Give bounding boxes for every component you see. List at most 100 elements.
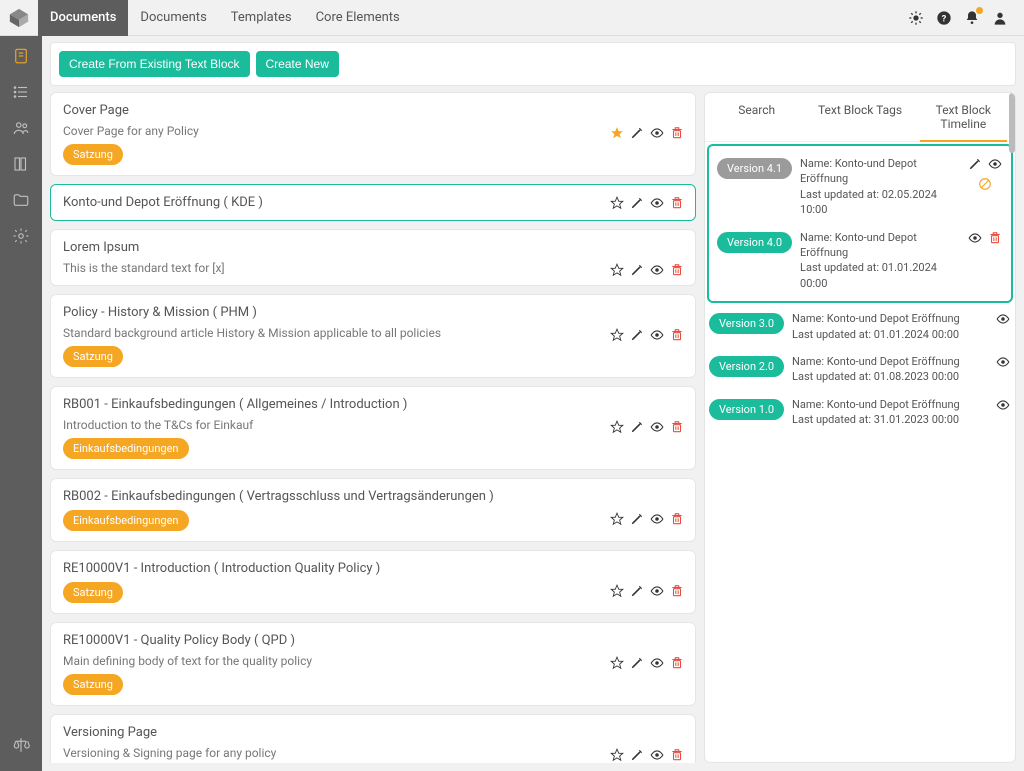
- create-from-existing-button[interactable]: Create From Existing Text Block: [59, 51, 250, 77]
- sidebar-document-icon[interactable]: [11, 46, 31, 66]
- card-title: Lorem Ipsum: [63, 240, 683, 255]
- version-row[interactable]: Version 2.0Name: Konto-und Depot Eröffnu…: [705, 348, 1015, 391]
- delete-icon[interactable]: [669, 125, 685, 141]
- card-title: Policy - History & Mission ( PHM ): [63, 305, 683, 320]
- edit-icon[interactable]: [629, 195, 645, 211]
- edit-icon[interactable]: [629, 583, 645, 599]
- text-block-card[interactable]: Cover PageCover Page for any PolicySatzu…: [50, 92, 696, 176]
- sidebar: [0, 36, 42, 771]
- card-tag[interactable]: Satzung: [63, 674, 123, 695]
- view-icon[interactable]: [649, 125, 665, 141]
- delete-icon[interactable]: [669, 262, 685, 278]
- edit-icon[interactable]: [629, 747, 645, 763]
- star-icon[interactable]: [609, 262, 625, 278]
- card-tag[interactable]: Satzung: [63, 582, 123, 603]
- edit-icon[interactable]: [967, 156, 983, 172]
- view-icon[interactable]: [995, 397, 1011, 413]
- sidebar-folder-icon[interactable]: [11, 190, 31, 210]
- sidebar-balance-icon[interactable]: [11, 735, 31, 755]
- text-block-card[interactable]: RE10000V1 - Quality Policy Body ( QPD )M…: [50, 622, 696, 706]
- topnav-tab-documents-main[interactable]: Documents: [38, 0, 128, 36]
- topnav-tab-core-elements[interactable]: Core Elements: [304, 0, 412, 36]
- edit-icon[interactable]: [629, 125, 645, 141]
- theme-toggle-icon[interactable]: [902, 4, 930, 32]
- sidebar-settings-icon[interactable]: [11, 226, 31, 246]
- view-icon[interactable]: [649, 511, 665, 527]
- version-badge: Version 1.0: [709, 399, 784, 420]
- scrollbar[interactable]: [1009, 93, 1015, 153]
- view-icon[interactable]: [649, 419, 665, 435]
- view-icon[interactable]: [649, 195, 665, 211]
- star-icon[interactable]: [609, 655, 625, 671]
- delete-icon[interactable]: [669, 419, 685, 435]
- card-title: Konto-und Depot Eröffnung ( KDE ): [63, 195, 683, 210]
- version-actions: [995, 397, 1011, 413]
- card-description: This is the standard text for [x]: [63, 261, 683, 275]
- view-icon[interactable]: [987, 156, 1003, 172]
- right-tab-tags[interactable]: Text Block Tags: [808, 93, 911, 141]
- star-icon[interactable]: [609, 195, 625, 211]
- star-icon[interactable]: [609, 511, 625, 527]
- text-block-card[interactable]: Policy - History & Mission ( PHM )Standa…: [50, 294, 696, 378]
- version-info: Name: Konto-und Depot EröffnungLast upda…: [800, 230, 959, 292]
- sidebar-users-icon[interactable]: [11, 118, 31, 138]
- edit-icon[interactable]: [629, 327, 645, 343]
- notifications-icon[interactable]: [958, 4, 986, 32]
- view-icon[interactable]: [995, 354, 1011, 370]
- right-tab-timeline[interactable]: Text Block Timeline: [912, 93, 1015, 141]
- text-block-card[interactable]: Versioning PageVersioning & Signing page…: [50, 714, 696, 763]
- edit-icon[interactable]: [629, 419, 645, 435]
- delete-icon[interactable]: [669, 511, 685, 527]
- star-icon[interactable]: [609, 747, 625, 763]
- text-block-card[interactable]: RB002 - Einkaufsbedingungen ( Vertragssc…: [50, 478, 696, 542]
- topnav-tab-templates[interactable]: Templates: [219, 0, 304, 36]
- view-icon[interactable]: [995, 311, 1011, 327]
- card-actions: [609, 583, 685, 599]
- text-block-card[interactable]: Konto-und Depot Eröffnung ( KDE ): [50, 184, 696, 221]
- right-panel: Search Text Block Tags Text Block Timeli…: [704, 92, 1016, 763]
- view-icon[interactable]: [649, 747, 665, 763]
- delete-icon[interactable]: [669, 195, 685, 211]
- star-icon[interactable]: [609, 583, 625, 599]
- delete-icon[interactable]: [987, 230, 1003, 246]
- sidebar-library-icon[interactable]: [11, 154, 31, 174]
- version-row[interactable]: Version 4.1Name: Konto-und Depot Eröffnu…: [713, 150, 1007, 224]
- topnav-tab-documents[interactable]: Documents: [128, 0, 218, 36]
- card-tag[interactable]: Satzung: [63, 346, 123, 367]
- create-new-button[interactable]: Create New: [256, 51, 339, 77]
- view-icon[interactable]: [649, 262, 665, 278]
- delete-icon[interactable]: [669, 655, 685, 671]
- app-logo[interactable]: [0, 0, 38, 36]
- sidebar-list-icon[interactable]: [11, 82, 31, 102]
- version-row[interactable]: Version 1.0Name: Konto-und Depot Eröffnu…: [705, 391, 1015, 434]
- card-tag[interactable]: Satzung: [63, 144, 123, 165]
- version-badge: Version 4.0: [717, 232, 792, 253]
- card-tag[interactable]: Einkaufsbedingungen: [63, 438, 189, 459]
- delete-icon[interactable]: [669, 583, 685, 599]
- star-icon[interactable]: [609, 419, 625, 435]
- action-bar: Create From Existing Text Block Create N…: [50, 42, 1016, 86]
- delete-icon[interactable]: [669, 747, 685, 763]
- text-block-card[interactable]: RB001 - Einkaufsbedingungen ( Allgemeine…: [50, 386, 696, 470]
- card-description: Introduction to the T&Cs for Einkauf: [63, 418, 683, 432]
- view-icon[interactable]: [649, 583, 665, 599]
- view-icon[interactable]: [649, 655, 665, 671]
- text-block-card[interactable]: RE10000V1 - Introduction ( Introduction …: [50, 550, 696, 614]
- edit-icon[interactable]: [629, 511, 645, 527]
- timeline-body: Version 4.1 Name: Konto-und Depot Eröffnu…: [705, 142, 1015, 762]
- version-badge: Version 4.1: [717, 158, 792, 179]
- view-icon[interactable]: [649, 327, 665, 343]
- edit-icon[interactable]: [629, 655, 645, 671]
- card-tag[interactable]: Einkaufsbedingungen: [63, 510, 189, 531]
- version-row[interactable]: Version 4.0 Name: Konto-und Depot Eröffnu…: [713, 224, 1007, 298]
- delete-icon[interactable]: [669, 327, 685, 343]
- view-icon[interactable]: [967, 230, 983, 246]
- right-tab-search[interactable]: Search: [705, 93, 808, 141]
- edit-icon[interactable]: [629, 262, 645, 278]
- star-icon[interactable]: [609, 327, 625, 343]
- text-block-card[interactable]: Lorem Ipsum This is the standard text for…: [50, 229, 696, 286]
- star-icon[interactable]: [609, 125, 625, 141]
- user-icon[interactable]: [986, 4, 1014, 32]
- help-icon[interactable]: ?: [930, 4, 958, 32]
- version-row[interactable]: Version 3.0Name: Konto-und Depot Eröffnu…: [705, 305, 1015, 348]
